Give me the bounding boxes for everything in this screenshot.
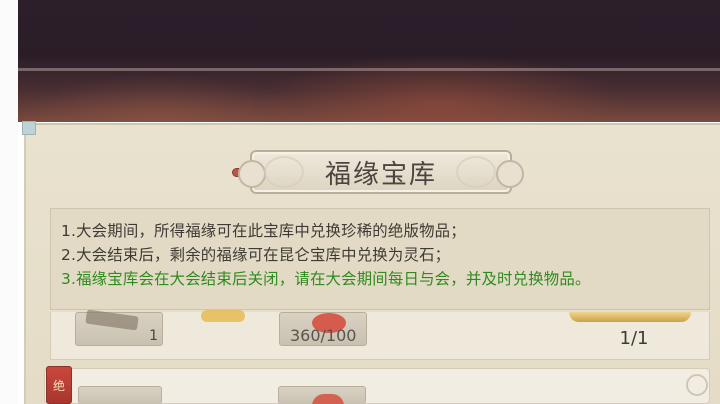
panel-corner-ornament	[22, 121, 36, 135]
top-banner-art	[18, 0, 720, 122]
exchange-button-edge[interactable]	[569, 312, 691, 322]
rule-line-3: 3.福缘宝库会在大会结束后关闭，请在大会期间每日与会，并及时兑换物品。	[61, 270, 591, 288]
rule-line-2: 2.大会结束后，剩余的福缘可在昆仑宝库中兑换为灵石；	[61, 246, 451, 264]
reward-item-slot[interactable]: 1	[75, 309, 163, 346]
gold-ingot-icon	[201, 310, 245, 322]
left-margin	[0, 0, 18, 404]
scroll-item-icon	[85, 309, 139, 331]
exchange-item-row[interactable]: 1 360/100 1/1	[50, 309, 710, 360]
rules-info-box: 1.大会期间，所得福缘可在此宝库中兑换珍稀的绝版物品； 2.大会结束后，剩余的福…	[50, 208, 710, 310]
game-screen: 福缘宝库 1.大会期间，所得福缘可在此宝库中兑换珍稀的绝版物品； 2.大会结束后…	[0, 0, 720, 404]
exchange-limit: 1/1	[619, 328, 649, 349]
exchange-list[interactable]: 1 360/100 1/1 绝	[44, 309, 710, 404]
reward-item-slot-2[interactable]	[78, 386, 162, 404]
banner-edge	[18, 68, 720, 71]
rare-badge: 绝	[46, 366, 72, 404]
title-plaque: 福缘宝库	[238, 150, 524, 194]
rule-line-1: 1.大会期间，所得福缘可在此宝库中兑换珍稀的绝版物品；	[61, 222, 466, 240]
cost-item-slot[interactable]: 360/100	[279, 312, 367, 346]
cost-count: 360/100	[290, 326, 357, 345]
panel-title: 福缘宝库	[324, 159, 437, 190]
cloud-corner-icon	[686, 374, 708, 396]
reward-item-count: 1	[149, 328, 158, 344]
red-lantern-icon-2	[312, 394, 344, 404]
